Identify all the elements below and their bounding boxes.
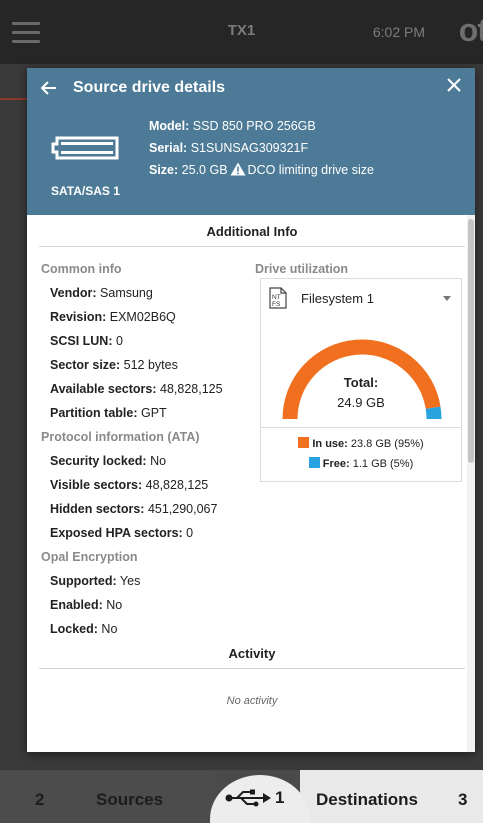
info-row-supported: Supported: Yes — [50, 574, 141, 588]
sources-count: 2 — [35, 790, 45, 809]
legend-swatch-free — [308, 457, 320, 468]
activity-title: Activity — [228, 646, 276, 661]
background-accent — [0, 98, 30, 100]
destinations-label[interactable]: Destinations — [316, 790, 418, 810]
filesystem-select[interactable]: NT FS Filesystem 1 — [261, 279, 461, 317]
usb-icon — [225, 789, 271, 807]
warning-icon — [230, 162, 246, 176]
bottom-nav: 2 Sources 1 Destinations 3 — [0, 770, 483, 823]
info-row-exposed-hpa: Exposed HPA sectors: 0 — [50, 526, 194, 540]
activity-empty-message: No activity — [226, 695, 278, 707]
dialog-header: Source drive details SATA/SAS 1 Model: S… — [27, 68, 475, 215]
gauge-total-value: 24.9 GB — [337, 395, 385, 410]
dialog-title: Source drive details — [73, 79, 226, 96]
info-row-hidden-sectors: Hidden sectors: 451,290,067 — [50, 502, 218, 516]
legend-free: Free: 1.1 GB (5%) — [261, 457, 461, 470]
info-row-enabled: Enabled: No — [50, 598, 123, 612]
info-row-revision: Revision: EXM02B6Q — [50, 310, 176, 324]
chevron-down-icon — [443, 296, 451, 301]
close-icon[interactable] — [445, 76, 463, 98]
info-row-partition-table: Partition table: GPT — [50, 406, 167, 420]
divider — [39, 246, 465, 247]
drive-size: Size: 25.0 GB DCO limiting drive size — [149, 162, 374, 177]
info-row-vendor: Vendor: Samsung — [50, 286, 153, 300]
logo: ot — [458, 12, 483, 48]
legend-in-use: In use: 23.8 GB (95%) — [261, 437, 461, 450]
info-row-visible-sectors: Visible sectors: 48,828,125 — [50, 478, 209, 492]
svg-text:FS: FS — [272, 301, 281, 308]
hard-drive-icon — [51, 136, 119, 160]
scrollbar-thumb[interactable] — [468, 219, 474, 463]
info-row-locked: Locked: No — [50, 622, 118, 636]
dco-note: DCO limiting drive size — [247, 163, 374, 177]
drive-utilization-card: NT FS Filesystem 1 Total: 24.9 GB In use… — [260, 278, 462, 482]
common-info-heading: Common info — [41, 262, 122, 276]
svg-text:NT: NT — [272, 294, 281, 301]
app-bar: TX1 6:02 PM ot — [0, 0, 483, 64]
scrollbar[interactable] — [467, 215, 475, 752]
drive-model: Model: SSD 850 PRO 256GB — [149, 119, 316, 133]
back-arrow-icon[interactable] — [39, 78, 59, 98]
info-list: Common info Vendor: Samsung Revision: EX… — [41, 257, 251, 641]
divider — [261, 427, 461, 428]
gauge-total-label: Total: — [343, 375, 379, 390]
source-drive-details-dialog: Source drive details SATA/SAS 1 Model: S… — [27, 68, 475, 752]
dialog-body: Additional Info Common info Vendor: Sams… — [27, 215, 475, 752]
sources-label[interactable]: Sources — [96, 790, 163, 810]
ntfs-file-icon: NT FS — [269, 287, 287, 309]
opal-heading: Opal Encryption — [41, 550, 138, 564]
protocol-info-heading: Protocol information (ATA) — [41, 430, 200, 444]
drive-serial: Serial: S1SUNSAG309321F — [149, 141, 309, 155]
info-row-security-locked: Security locked: No — [50, 454, 167, 468]
info-row-available-sectors: Available sectors: 48,828,125 — [50, 382, 223, 396]
usb-count: 1 — [275, 788, 285, 807]
additional-info-title: Additional Info — [206, 224, 298, 239]
info-row-sector-size: Sector size: 512 bytes — [50, 358, 178, 372]
clock: 6:02 PM — [372, 24, 425, 40]
destinations-count: 3 — [458, 790, 468, 809]
divider — [39, 668, 465, 669]
legend-swatch-in-use — [298, 437, 310, 448]
drive-port: SATA/SAS 1 — [51, 184, 120, 198]
filesystem-select-value: Filesystem 1 — [301, 291, 374, 306]
drive-summary: Model: SSD 850 PRO 256GB Serial: S1SUNSA… — [149, 115, 374, 181]
usb-tab[interactable]: 1 — [210, 775, 310, 823]
info-row-scsi-lun: SCSI LUN: 0 — [50, 334, 123, 348]
